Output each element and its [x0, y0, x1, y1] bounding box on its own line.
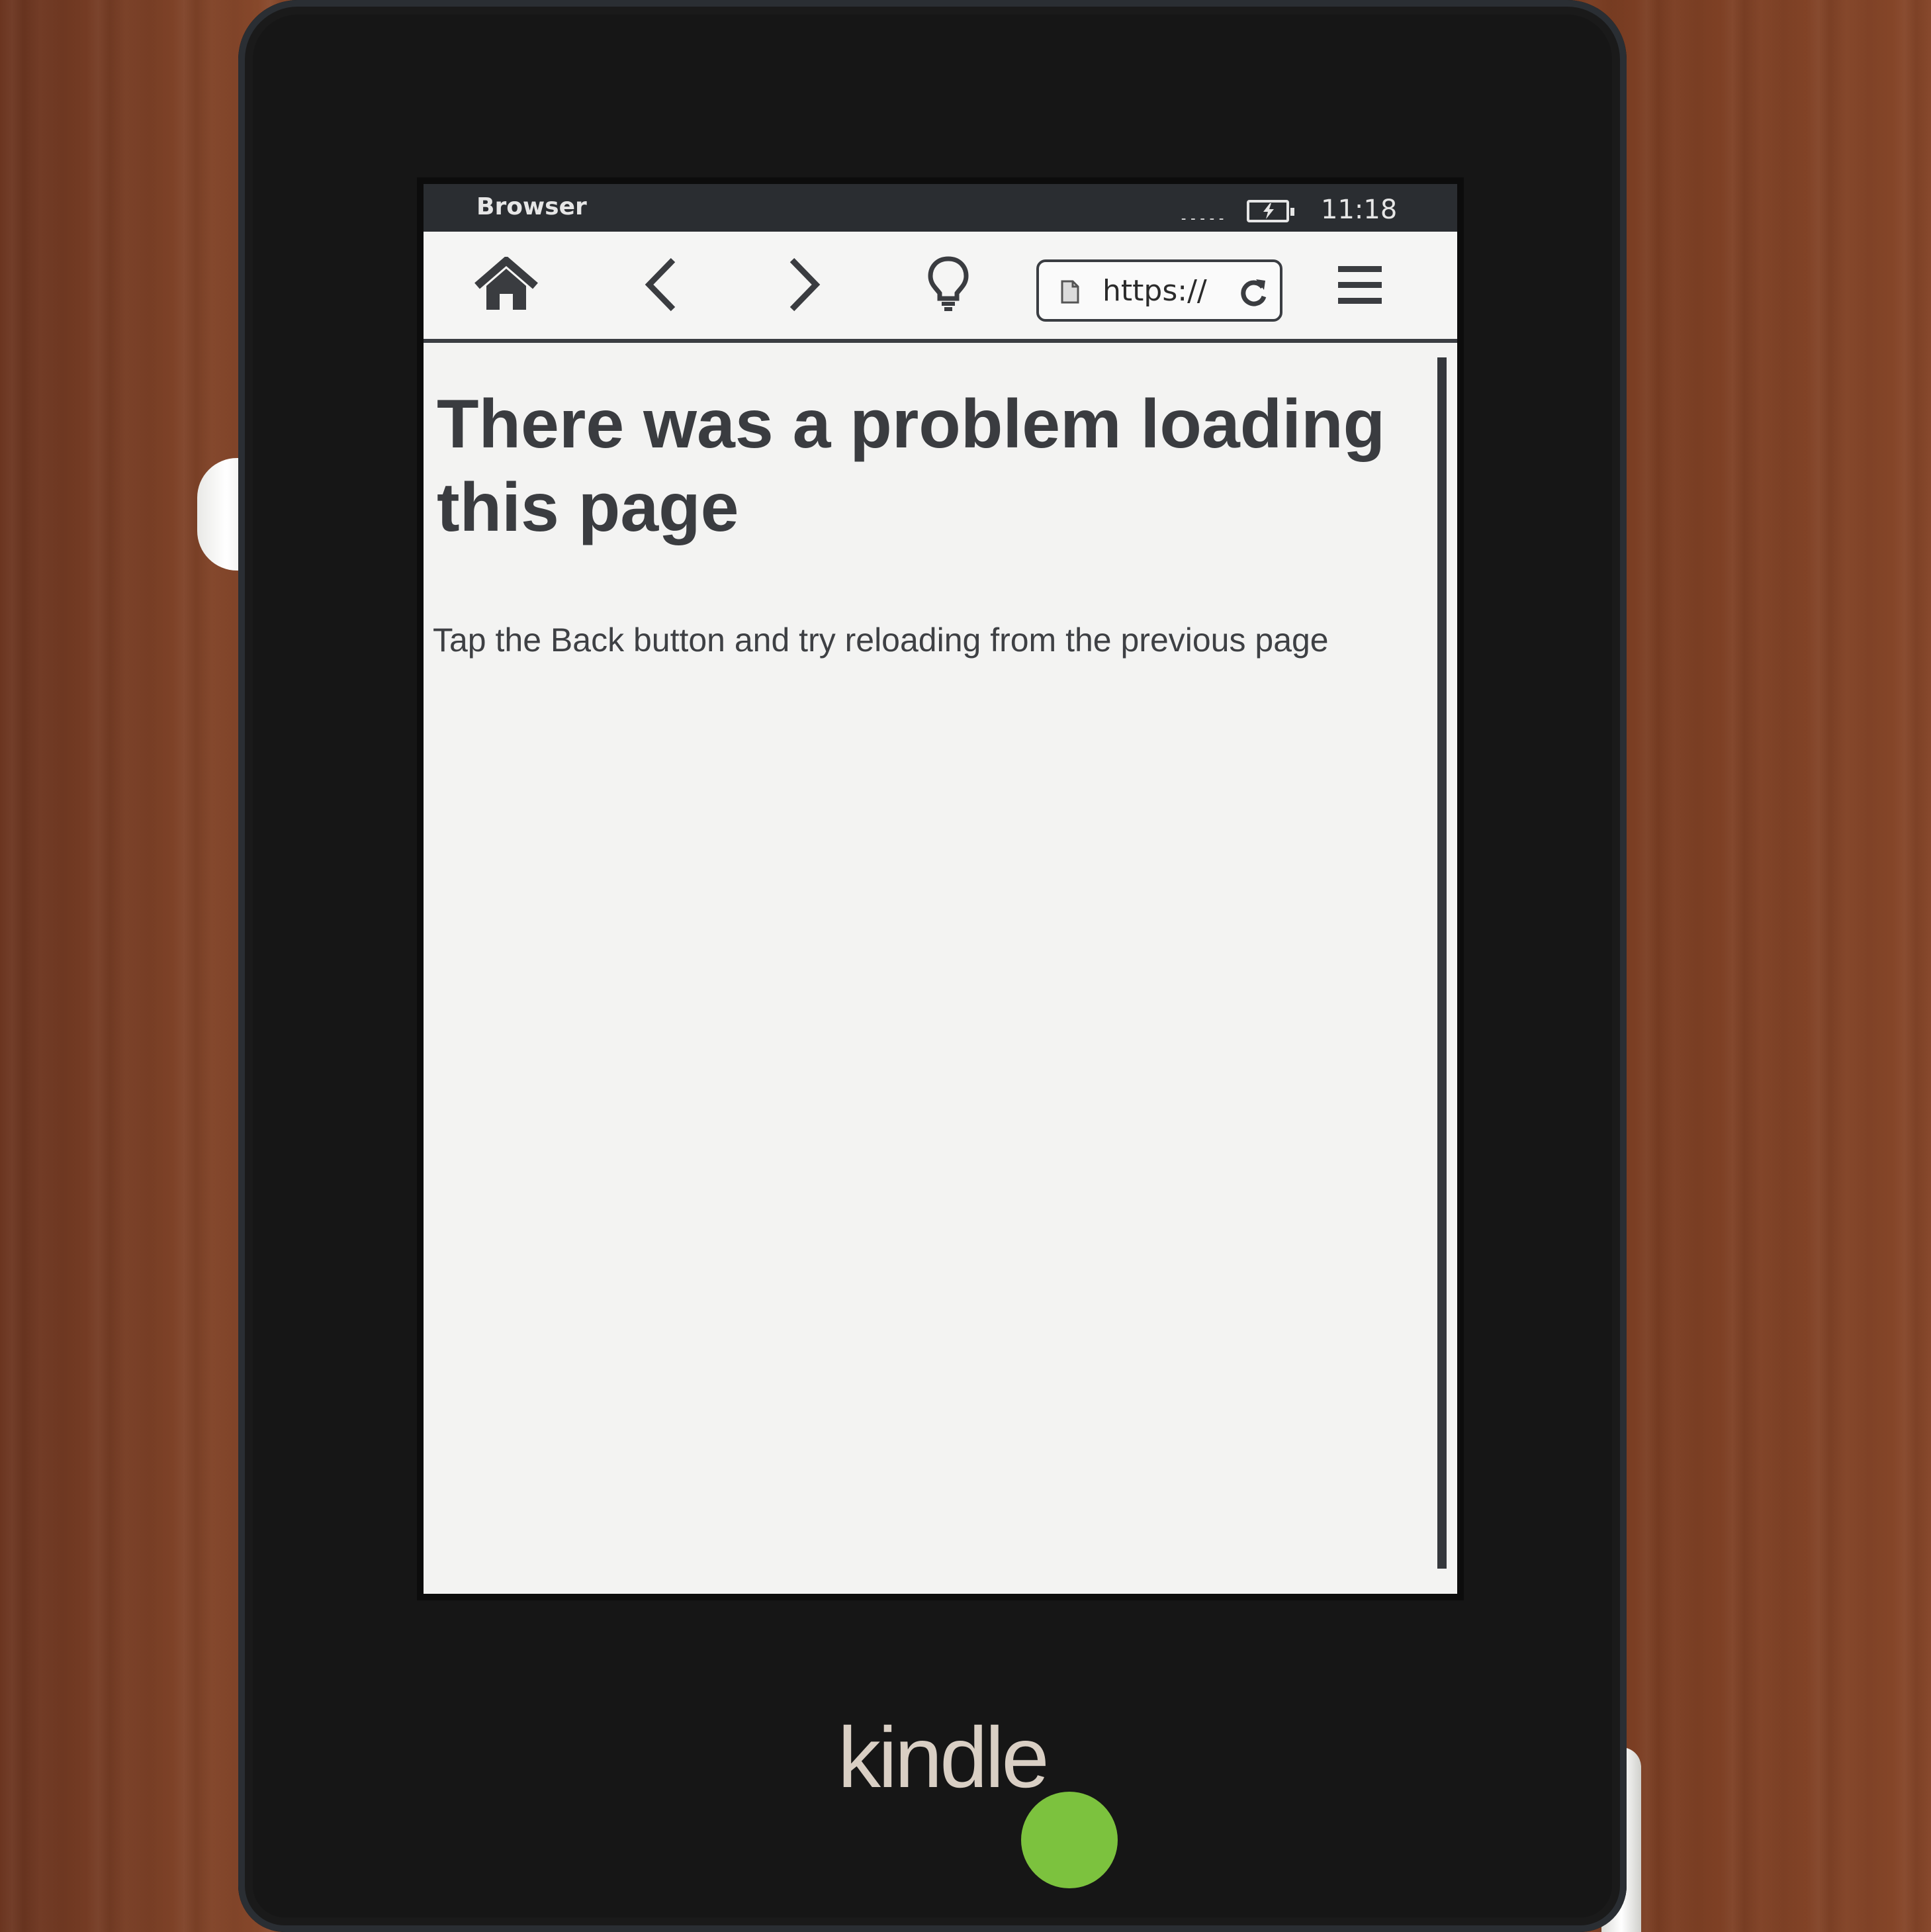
- error-title: There was a problem loading this page: [437, 386, 1386, 546]
- chevron-left-icon: [645, 257, 676, 312]
- back-button[interactable]: [625, 252, 697, 318]
- home-button[interactable]: [470, 252, 543, 318]
- error-message: Tap the Back button and try reloading fr…: [433, 621, 1329, 659]
- forward-button[interactable]: [768, 252, 840, 318]
- battery-charging-icon: [1247, 200, 1294, 222]
- scrollbar[interactable]: [1437, 357, 1447, 1569]
- status-bar: Browser ----- 11:18: [424, 184, 1457, 232]
- page-icon: [1060, 279, 1080, 308]
- experimental-light-button[interactable]: [912, 252, 985, 318]
- app-title: Browser: [476, 193, 587, 220]
- chevron-right-icon: [789, 257, 821, 312]
- web-content: There was a problem loading this page Ta…: [424, 343, 1440, 1594]
- device-screen: Browser ----- 11:18 https:// There was a…: [424, 184, 1457, 1594]
- signal-indicator: -----: [1179, 210, 1227, 227]
- browser-toolbar: https://: [424, 232, 1457, 343]
- reload-icon[interactable]: [1237, 277, 1269, 312]
- indicator-sticker: [1021, 1792, 1118, 1888]
- home-icon: [474, 257, 538, 310]
- menu-button[interactable]: [1324, 252, 1396, 318]
- hamburger-menu-icon: [1338, 266, 1382, 304]
- clock: 11:18: [1321, 195, 1398, 225]
- kindle-logo: kindle: [838, 1709, 1050, 1806]
- lightbulb-icon: [928, 256, 969, 311]
- url-text: https://: [1102, 274, 1207, 308]
- address-bar[interactable]: https://: [1036, 259, 1282, 322]
